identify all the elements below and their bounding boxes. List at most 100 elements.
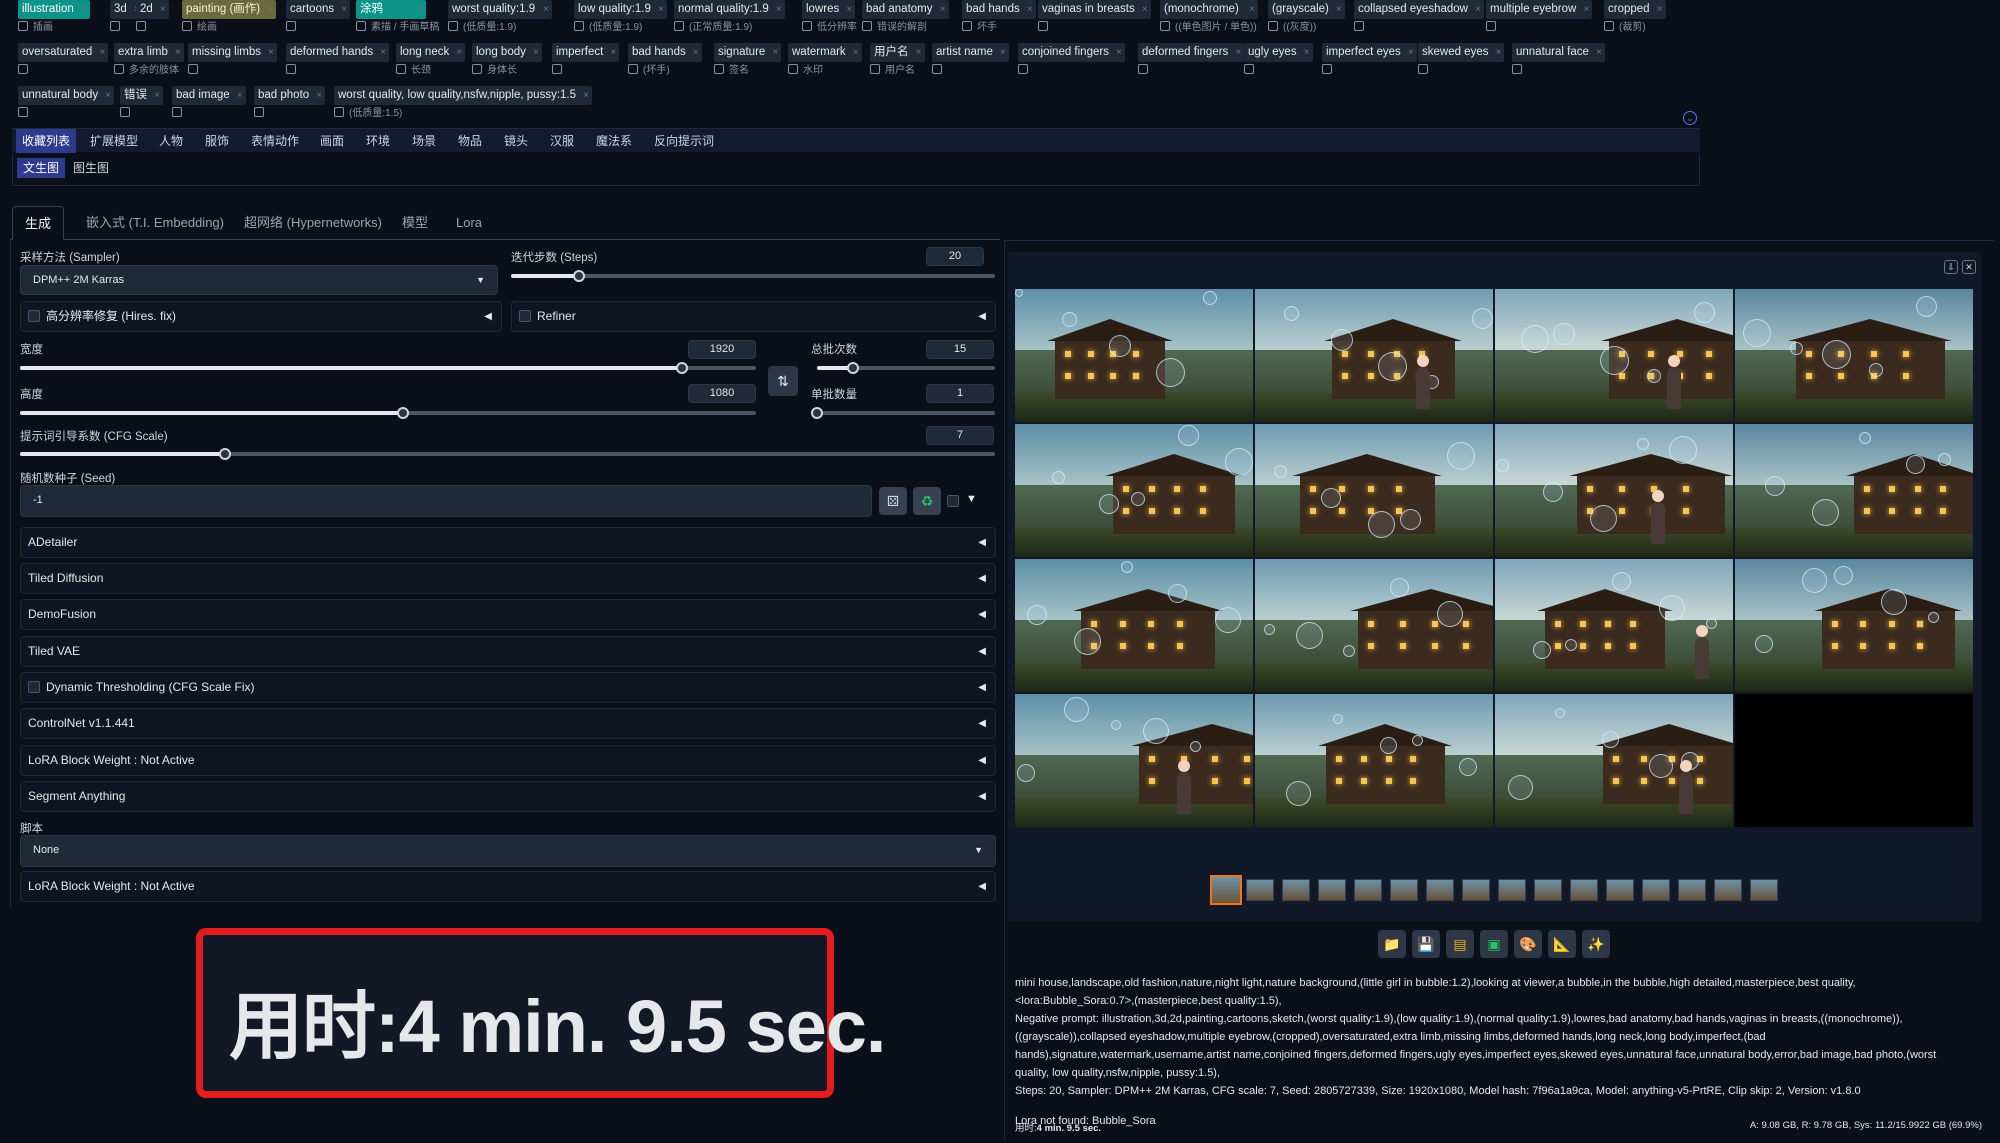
tag-chip[interactable]: vaginas in breasts × — [1038, 0, 1151, 19]
dice-icon[interactable]: ⚄ — [879, 487, 907, 515]
tab-camera[interactable]: 镜头 — [498, 129, 534, 153]
tag-weight-icon[interactable] — [714, 64, 724, 74]
swap-dimensions-button[interactable]: ⇅ — [768, 366, 798, 396]
tag-remove-icon[interactable]: × — [81, 0, 87, 19]
tag-chip[interactable]: bad hands × — [628, 43, 702, 62]
tag-remove-icon[interactable]: × — [1336, 0, 1342, 19]
tag-chip[interactable]: multiple eyebrow × — [1486, 0, 1593, 19]
refiner-accordion[interactable]: Refiner ◀ — [511, 301, 996, 332]
tag-weight-icon[interactable] — [1486, 21, 1496, 31]
gallery-thumbnail[interactable] — [1570, 879, 1598, 901]
accordion-demofusion[interactable]: DemoFusion ◀ — [20, 599, 996, 630]
tag-remove-icon[interactable]: × — [693, 43, 699, 62]
tab-scenery[interactable]: 场景 — [406, 129, 442, 153]
tab-img2img[interactable]: 图生图 — [67, 158, 115, 178]
tag-remove-icon[interactable]: × — [380, 43, 386, 62]
ruler-icon[interactable]: 📐 — [1548, 930, 1576, 958]
download-icon[interactable]: ⇩ — [1944, 260, 1958, 274]
tag-weight-icon[interactable] — [172, 107, 182, 117]
generated-image[interactable] — [1495, 559, 1733, 692]
tag-remove-icon[interactable]: × — [105, 86, 111, 105]
tag-chip[interactable]: signature × — [714, 43, 782, 62]
tag-remove-icon[interactable]: × — [916, 43, 922, 62]
tab-items[interactable]: 物品 — [452, 129, 488, 153]
accordion-tiled-diffusion[interactable]: Tiled Diffusion ◀ — [20, 563, 996, 594]
tag-remove-icon[interactable]: × — [160, 0, 166, 19]
tag-remove-icon[interactable]: × — [940, 0, 946, 19]
tab-magic[interactable]: 魔法系 — [590, 129, 638, 153]
tag-chip[interactable]: cartoons × — [286, 0, 351, 19]
generated-image[interactable] — [1495, 289, 1733, 422]
tag-weight-icon[interactable] — [574, 21, 584, 31]
gallery-thumbnail[interactable] — [1462, 879, 1490, 901]
chevron-down-icon[interactable]: ⌄ — [1683, 111, 1697, 125]
folder-icon[interactable]: 📁 — [1378, 930, 1406, 958]
image-icon[interactable]: ▣ — [1480, 930, 1508, 958]
tab-clothing[interactable]: 服饰 — [199, 129, 235, 153]
gallery-thumbnail[interactable] — [1426, 879, 1454, 901]
tag-chip[interactable]: bad image × — [172, 86, 246, 105]
tab-hanfu[interactable]: 汉服 — [544, 129, 580, 153]
gallery-thumbnail[interactable] — [1750, 879, 1778, 901]
tag-chip[interactable]: unnatural body × — [18, 86, 115, 105]
gallery-thumbnail[interactable] — [1246, 879, 1274, 901]
tag-chip[interactable]: long body × — [472, 43, 542, 62]
tab-models[interactable]: 模型 — [390, 206, 440, 240]
tag-remove-icon[interactable]: × — [772, 43, 778, 62]
tag-weight-icon[interactable] — [802, 21, 812, 31]
cfg-scale-input[interactable]: 7 — [926, 426, 994, 445]
tab-negative-prompts[interactable]: 反向提示词 — [648, 129, 720, 153]
tag-chip[interactable]: deformed fingers × — [1138, 43, 1245, 62]
batch-size-slider[interactable] — [811, 407, 995, 419]
refiner-checkbox[interactable] — [519, 310, 531, 322]
gallery-thumbnail[interactable] — [1390, 879, 1418, 901]
tag-remove-icon[interactable]: × — [583, 86, 589, 105]
tag-chip[interactable]: worst quality:1.9 × — [448, 0, 552, 19]
gallery-thumbnail[interactable] — [1498, 879, 1526, 901]
tag-remove-icon[interactable]: × — [776, 0, 782, 19]
batch-size-input[interactable]: 1 — [926, 384, 994, 403]
tab-characters[interactable]: 人物 — [153, 129, 189, 153]
tab-hypernetworks[interactable]: 超网络 (Hypernetworks) — [232, 206, 394, 240]
tag-weight-icon[interactable] — [188, 64, 198, 74]
dynamic-thresholding-checkbox[interactable] — [28, 681, 40, 693]
tag-remove-icon[interactable]: × — [1027, 0, 1033, 19]
tag-weight-icon[interactable] — [472, 64, 482, 74]
tag-weight-icon[interactable] — [120, 107, 130, 117]
tag-weight-icon[interactable] — [396, 64, 406, 74]
tag-remove-icon[interactable]: × — [316, 86, 322, 105]
tag-remove-icon[interactable]: × — [1116, 43, 1122, 62]
tag-remove-icon[interactable]: × — [1408, 43, 1414, 62]
tag-weight-icon[interactable] — [862, 21, 872, 31]
accordion-dynamic-thresholding-cfg-scale-fix[interactable]: Dynamic Thresholding (CFG Scale Fix) ◀ — [20, 672, 996, 703]
tag-chip[interactable]: normal quality:1.9 × — [674, 0, 785, 19]
tag-remove-icon[interactable]: × — [237, 86, 243, 105]
generated-image[interactable] — [1015, 694, 1253, 827]
tag-remove-icon[interactable]: × — [1235, 43, 1241, 62]
tag-weight-icon[interactable] — [1418, 64, 1428, 74]
tag-weight-icon[interactable] — [870, 64, 880, 74]
tab-favorites[interactable]: 收藏列表 — [16, 129, 77, 153]
tag-chip[interactable]: illustration × — [18, 0, 90, 19]
generated-image[interactable] — [1015, 559, 1253, 692]
tag-chip[interactable]: collapsed eyeshadow × — [1354, 0, 1484, 19]
tag-chip[interactable]: unnatural face × — [1512, 43, 1605, 62]
tag-remove-icon[interactable]: × — [154, 86, 160, 105]
tag-chip[interactable]: long neck × — [396, 43, 466, 62]
tag-chip[interactable]: (monochrome) × — [1160, 0, 1258, 19]
accordion-lora-block-weight-not-active[interactable]: LoRA Block Weight : Not Active ◀ — [20, 745, 996, 776]
generated-image[interactable] — [1015, 424, 1253, 557]
tag-weight-icon[interactable] — [1268, 21, 1278, 31]
palette-icon[interactable]: 🎨 — [1514, 930, 1542, 958]
tag-weight-icon[interactable] — [286, 64, 296, 74]
tag-weight-icon[interactable] — [1604, 21, 1614, 31]
seed-extra-triangle-icon[interactable]: ▼ — [966, 493, 977, 505]
tag-weight-icon[interactable] — [1512, 64, 1522, 74]
tag-weight-icon[interactable] — [1244, 64, 1254, 74]
tag-weight-icon[interactable] — [1322, 64, 1332, 74]
tag-chip[interactable]: low quality:1.9 × — [574, 0, 667, 19]
tag-chip[interactable]: cropped × — [1604, 0, 1666, 19]
tag-weight-icon[interactable] — [110, 21, 120, 31]
gallery-thumbnail[interactable] — [1642, 879, 1670, 901]
tag-remove-icon[interactable]: × — [533, 43, 539, 62]
